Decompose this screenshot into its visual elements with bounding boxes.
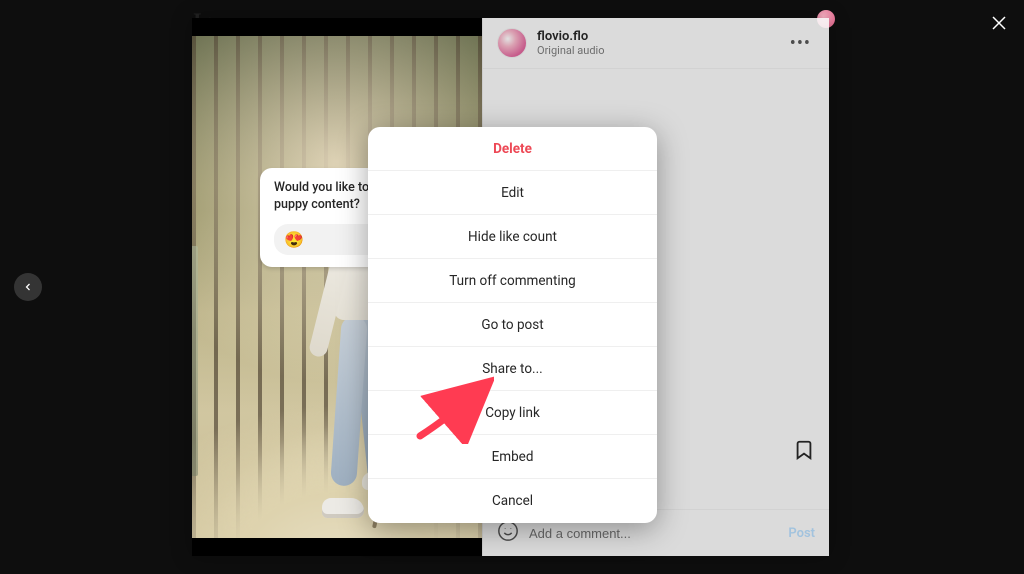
menu-item-delete[interactable]: Delete <box>368 127 657 171</box>
emoji-picker-button[interactable] <box>497 520 519 546</box>
avatar[interactable] <box>497 28 527 58</box>
bookmark-icon <box>793 439 815 461</box>
menu-item-embed[interactable]: Embed <box>368 435 657 479</box>
user-block: flovio.flo Original audio <box>537 29 604 57</box>
previous-post-button[interactable] <box>14 273 42 301</box>
audio-subtitle[interactable]: Original audio <box>537 44 604 57</box>
close-icon <box>990 14 1008 32</box>
username[interactable]: flovio.flo <box>537 29 604 44</box>
menu-item-hide-like-count[interactable]: Hide like count <box>368 215 657 259</box>
menu-item-go-to-post[interactable]: Go to post <box>368 303 657 347</box>
save-button[interactable] <box>793 439 815 465</box>
letterbox <box>192 18 482 36</box>
comment-input[interactable] <box>529 526 778 541</box>
menu-item-copy-link[interactable]: Copy link <box>368 391 657 435</box>
reel-thumbnail-strip <box>192 246 198 476</box>
heart-eyes-emoji: 😍 <box>284 230 304 249</box>
close-button[interactable] <box>990 14 1008 36</box>
menu-item-cancel[interactable]: Cancel <box>368 479 657 523</box>
menu-item-share-to[interactable]: Share to... <box>368 347 657 391</box>
menu-item-turn-off-commenting[interactable]: Turn off commenting <box>368 259 657 303</box>
more-options-button[interactable]: ••• <box>786 29 815 58</box>
post-header: flovio.flo Original audio ••• <box>483 18 829 69</box>
post-options-menu: DeleteEditHide like countTurn off commen… <box>368 127 657 523</box>
letterbox <box>192 538 482 556</box>
smile-icon <box>497 520 519 542</box>
chevron-left-icon <box>22 281 34 293</box>
post-comment-button[interactable]: Post <box>788 526 815 541</box>
menu-item-edit[interactable]: Edit <box>368 171 657 215</box>
